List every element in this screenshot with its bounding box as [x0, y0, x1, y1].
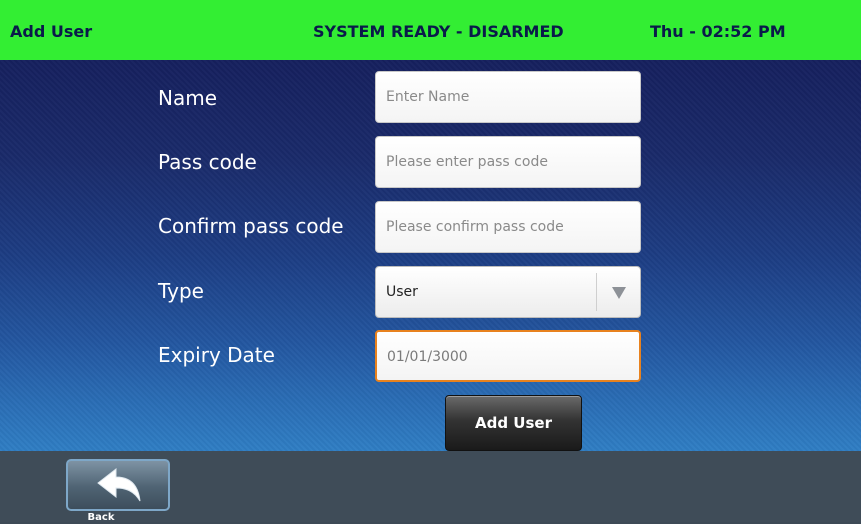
system-status: SYSTEM READY - DISARMED — [313, 22, 564, 41]
type-selected-value: User — [386, 284, 418, 300]
dropdown-arrow-icon[interactable] — [610, 284, 628, 302]
confirm-pass-code-label: Confirm pass code — [158, 214, 344, 238]
add-user-button[interactable]: Add User — [445, 395, 582, 451]
bottom-bar: Back — [0, 451, 861, 523]
status-bar: Add User SYSTEM READY - DISARMED Thu - 0… — [0, 0, 861, 60]
pass-code-input[interactable]: Please enter pass code — [375, 136, 641, 188]
name-label: Name — [158, 86, 218, 110]
screen-title: Add User — [10, 22, 93, 41]
expiry-date-input[interactable]: 01/01/3000 — [375, 330, 641, 382]
back-button[interactable] — [66, 459, 170, 511]
type-select[interactable]: User — [375, 266, 641, 318]
back-arrow-icon — [97, 467, 141, 502]
back-label: Back — [87, 512, 115, 523]
pass-code-label: Pass code — [158, 150, 257, 174]
confirm-pass-code-input[interactable]: Please confirm pass code — [375, 201, 641, 253]
select-divider — [596, 273, 597, 311]
expiry-date-label: Expiry Date — [158, 343, 275, 367]
name-input[interactable]: Enter Name — [375, 71, 641, 123]
type-label: Type — [158, 279, 204, 303]
clock: Thu - 02:52 PM — [650, 22, 786, 41]
